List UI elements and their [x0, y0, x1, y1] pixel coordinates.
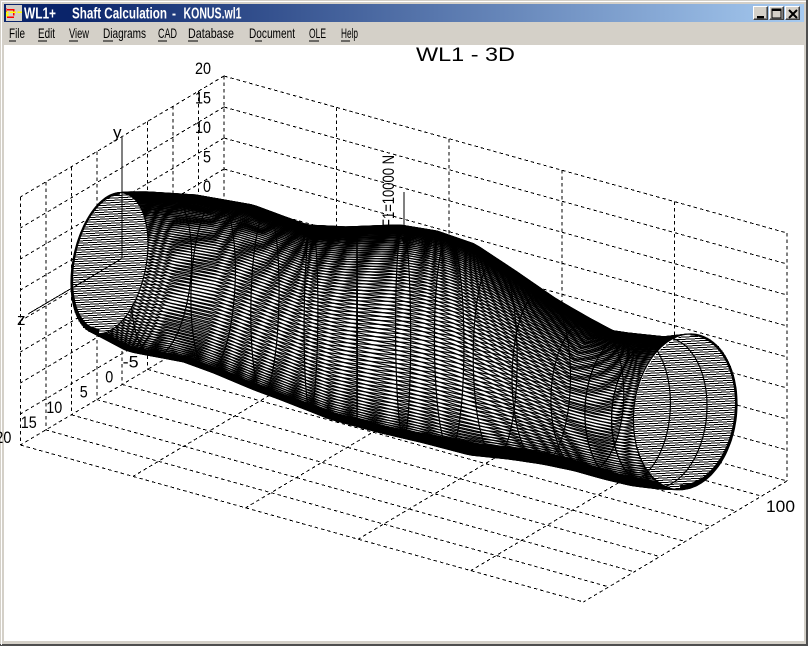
svg-text:100: 100	[766, 497, 795, 516]
svg-text:z: z	[17, 310, 26, 329]
svg-text:WL1 - 3D: WL1 - 3D	[416, 45, 515, 66]
svg-text:15: 15	[195, 89, 211, 108]
svg-text:0: 0	[203, 177, 211, 196]
svg-text:15: 15	[21, 413, 37, 432]
svg-text:y: y	[113, 123, 122, 142]
svg-text:F1=10000 N: F1=10000 N	[379, 155, 398, 227]
svg-text:5: 5	[80, 383, 88, 402]
svg-text:20: 20	[0, 428, 11, 447]
svg-text:10: 10	[195, 118, 211, 137]
svg-text:5: 5	[203, 148, 211, 167]
svg-text:20: 20	[195, 59, 211, 78]
svg-text:0: 0	[105, 368, 113, 387]
svg-text:-5: -5	[123, 352, 139, 371]
svg-text:10: 10	[46, 398, 62, 417]
